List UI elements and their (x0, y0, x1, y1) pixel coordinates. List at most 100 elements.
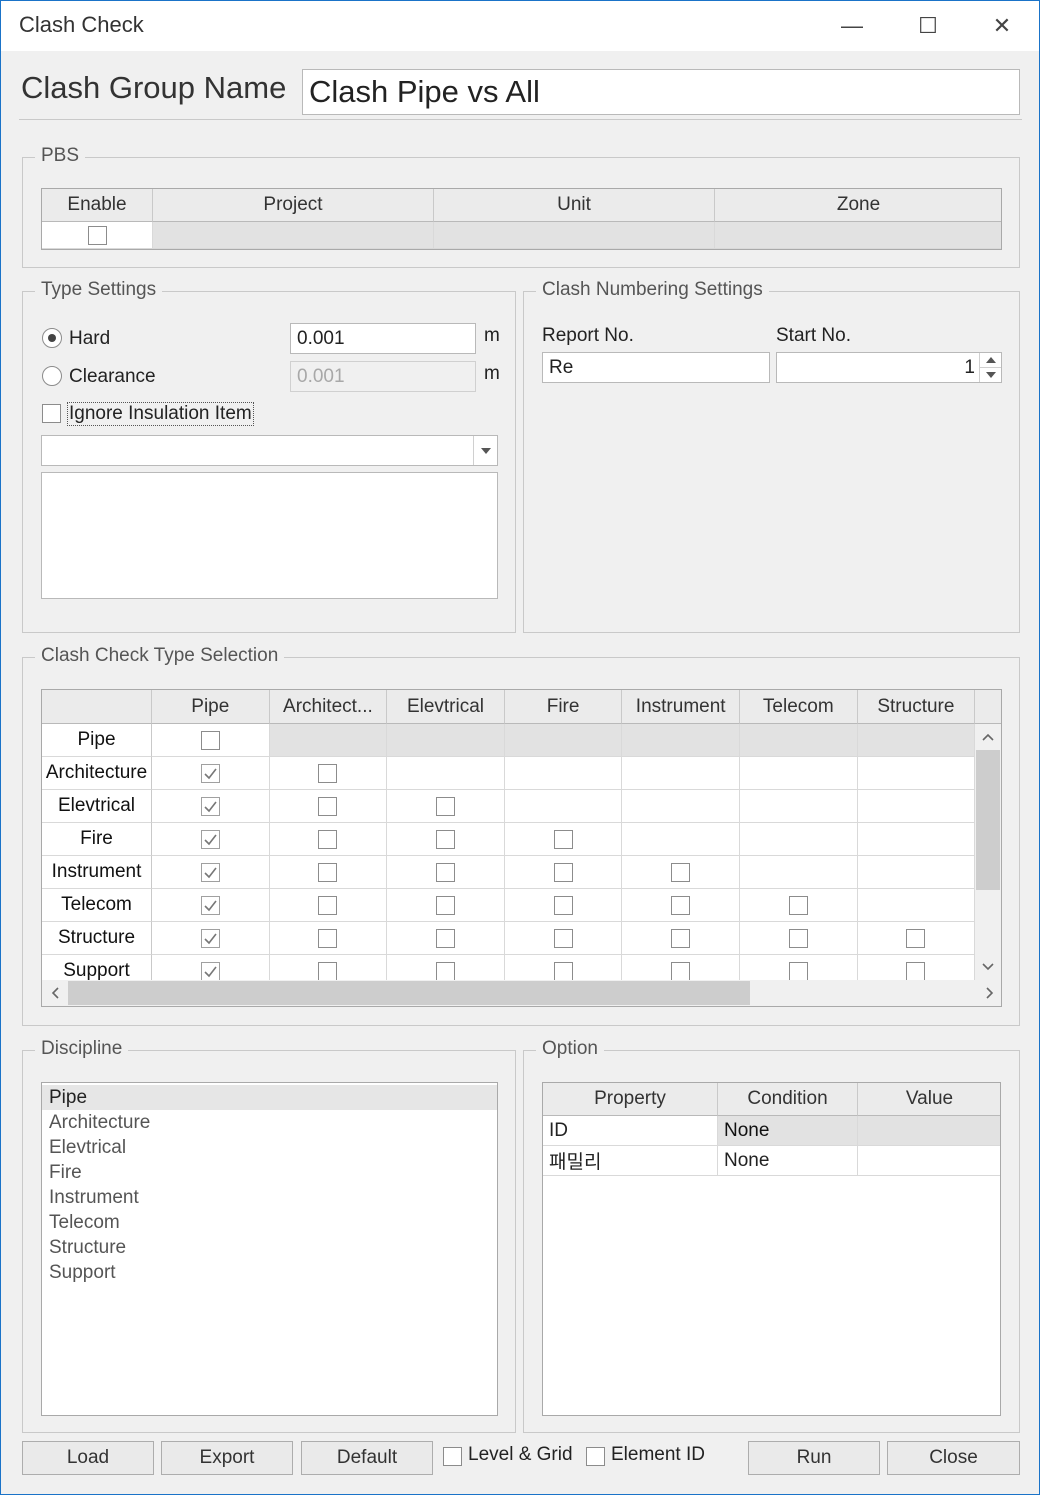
matrix-cell[interactable] (740, 922, 858, 955)
pbs-unit-cell[interactable] (434, 222, 715, 249)
matrix-cell[interactable] (740, 889, 858, 922)
option-row-condition[interactable]: None (718, 1116, 858, 1146)
discipline-item[interactable]: Pipe (42, 1085, 497, 1110)
discipline-item[interactable]: Elevtrical (42, 1135, 497, 1160)
discipline-item[interactable]: Structure (42, 1235, 497, 1260)
matrix-cell[interactable] (622, 889, 740, 922)
start-no-spinner[interactable]: 1 (776, 352, 1002, 383)
matrix-checkbox[interactable] (318, 961, 338, 981)
discipline-item[interactable]: Telecom (42, 1210, 497, 1235)
pbs-col-project[interactable]: Project (153, 189, 434, 222)
matrix-horizontal-scrollbar[interactable] (42, 980, 1001, 1006)
spin-down-icon[interactable] (980, 368, 1001, 382)
matrix-checkbox[interactable] (318, 796, 338, 816)
matrix-checkbox[interactable] (435, 928, 455, 948)
matrix-checkbox[interactable] (200, 928, 220, 948)
matrix-checkbox[interactable] (906, 928, 926, 948)
option-col-property[interactable]: Property (543, 1083, 718, 1116)
matrix-checkbox[interactable] (200, 730, 220, 750)
matrix-checkbox[interactable] (553, 895, 573, 915)
matrix-cell[interactable] (622, 856, 740, 889)
close-button[interactable]: Close (887, 1441, 1020, 1475)
element-id-checkbox[interactable] (586, 1447, 605, 1466)
matrix-cell[interactable] (152, 922, 270, 955)
scroll-right-icon[interactable] (977, 987, 1001, 999)
matrix-vertical-scrollbar[interactable] (975, 724, 1001, 980)
matrix-checkbox[interactable] (553, 829, 573, 849)
matrix-checkbox[interactable] (318, 829, 338, 849)
scroll-left-icon[interactable] (42, 987, 68, 999)
clash-group-name-input[interactable]: Clash Pipe vs All (302, 69, 1020, 115)
matrix-cell[interactable] (269, 856, 388, 889)
matrix-cell[interactable] (152, 790, 270, 823)
matrix-cell[interactable] (269, 889, 388, 922)
close-window-button[interactable]: ✕ (979, 9, 1025, 43)
matrix-cell[interactable] (269, 922, 388, 955)
report-no-input[interactable]: Re (542, 352, 770, 383)
matrix-checkbox[interactable] (553, 928, 573, 948)
pbs-zone-cell[interactable] (715, 222, 1001, 249)
matrix-checkbox[interactable] (318, 862, 338, 882)
matrix-checkbox[interactable] (200, 862, 220, 882)
matrix-checkbox[interactable] (435, 796, 455, 816)
matrix-col-header[interactable]: Fire (504, 690, 623, 724)
discipline-item[interactable]: Instrument (42, 1185, 497, 1210)
matrix-checkbox[interactable] (200, 961, 220, 981)
matrix-checkbox[interactable] (318, 895, 338, 915)
matrix-checkbox[interactable] (906, 961, 926, 981)
matrix-checkbox[interactable] (671, 928, 691, 948)
discipline-list[interactable]: Pipe Architecture Elevtrical Fire Instrument… (41, 1082, 498, 1416)
matrix-cell[interactable] (152, 856, 270, 889)
matrix-checkbox[interactable] (788, 895, 808, 915)
matrix-col-header[interactable]: Telecom (740, 690, 858, 724)
hscroll-thumb[interactable] (68, 981, 750, 1005)
scroll-up-icon[interactable] (975, 724, 1001, 750)
matrix-cell[interactable] (387, 922, 505, 955)
matrix-cell[interactable] (857, 922, 976, 955)
matrix-col-header[interactable]: Pipe (152, 690, 270, 724)
matrix-checkbox[interactable] (200, 829, 220, 849)
matrix-cell[interactable] (152, 823, 270, 856)
level-grid-checkbox[interactable] (443, 1447, 462, 1466)
clearance-value-input[interactable]: 0.001 (290, 361, 476, 392)
filter-list-box[interactable] (41, 472, 498, 599)
ignore-insulation-checkbox[interactable] (42, 404, 61, 423)
spin-up-icon[interactable] (980, 353, 1001, 368)
matrix-cell[interactable] (387, 889, 505, 922)
matrix-cell[interactable] (504, 889, 623, 922)
hard-radio[interactable] (42, 328, 62, 348)
matrix-cell[interactable] (504, 922, 623, 955)
minimize-button[interactable]: — (829, 9, 875, 43)
matrix-checkbox[interactable] (435, 895, 455, 915)
pbs-col-enable[interactable]: Enable (42, 189, 153, 222)
matrix-cell[interactable] (387, 856, 505, 889)
option-col-value[interactable]: Value (858, 1083, 1000, 1116)
matrix-checkbox[interactable] (435, 829, 455, 849)
pbs-col-unit[interactable]: Unit (434, 189, 715, 222)
pbs-col-zone[interactable]: Zone (715, 189, 1001, 222)
matrix-cell[interactable] (387, 823, 505, 856)
filter-dropdown[interactable] (41, 435, 498, 466)
matrix-checkbox[interactable] (200, 796, 220, 816)
matrix-col-header[interactable]: Elevtrical (387, 690, 505, 724)
load-button[interactable]: Load (22, 1441, 154, 1475)
matrix-cell[interactable] (504, 823, 623, 856)
option-row-value[interactable] (858, 1146, 1000, 1176)
option-col-condition[interactable]: Condition (718, 1083, 858, 1116)
default-button[interactable]: Default (301, 1441, 433, 1475)
option-row-condition[interactable]: None (718, 1146, 858, 1176)
matrix-cell[interactable] (269, 757, 388, 790)
scroll-down-icon[interactable] (975, 954, 1001, 980)
matrix-cell[interactable] (152, 889, 270, 922)
matrix-cell[interactable] (269, 823, 388, 856)
export-button[interactable]: Export (161, 1441, 293, 1475)
ignore-insulation-label[interactable]: Ignore Insulation Item (67, 402, 254, 426)
option-row-property[interactable]: ID (543, 1116, 718, 1146)
matrix-checkbox[interactable] (200, 895, 220, 915)
scroll-thumb[interactable] (976, 750, 1000, 890)
discipline-item[interactable]: Architecture (42, 1110, 497, 1135)
matrix-checkbox[interactable] (435, 961, 455, 981)
matrix-checkbox[interactable] (435, 862, 455, 882)
matrix-cell[interactable] (269, 790, 388, 823)
maximize-button[interactable]: ☐ (905, 9, 951, 43)
